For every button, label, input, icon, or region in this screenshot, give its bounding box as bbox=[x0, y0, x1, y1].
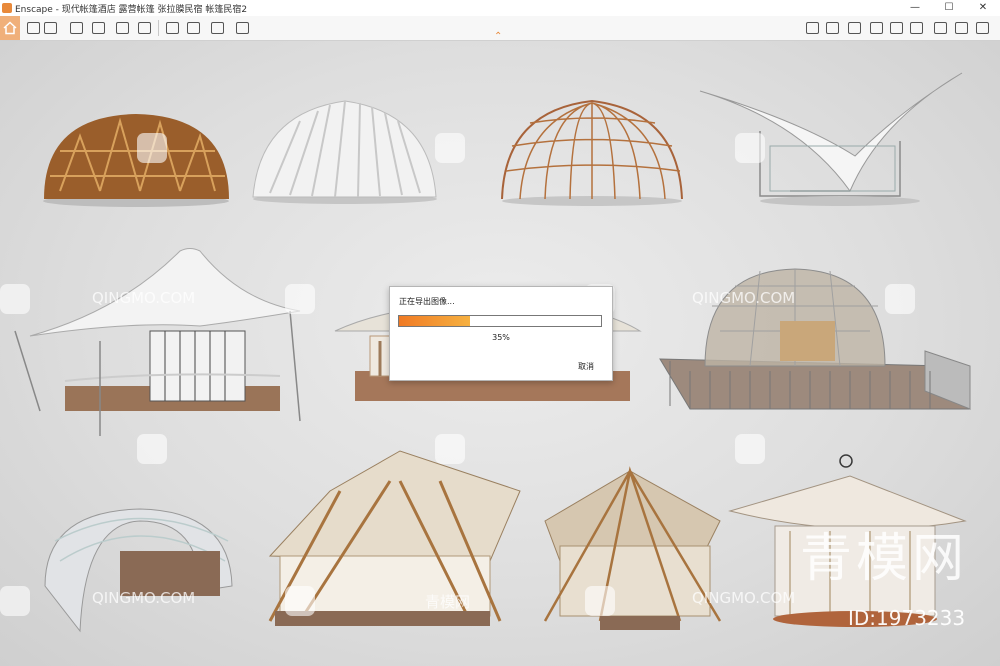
watermark-site-text: QINGMO.COM bbox=[92, 289, 196, 307]
watermark-logo-icon bbox=[435, 434, 465, 464]
settings-icon[interactable] bbox=[976, 22, 989, 34]
watermark-logo-icon bbox=[885, 284, 915, 314]
export-progress-fill bbox=[399, 316, 470, 326]
home-icon bbox=[3, 21, 17, 35]
watermark-logo-icon bbox=[735, 133, 765, 163]
materials-icon[interactable] bbox=[826, 22, 839, 34]
watermark-logo-icon bbox=[137, 133, 167, 163]
home-button[interactable] bbox=[0, 16, 20, 40]
dialog-title: 正在导出图像... bbox=[399, 297, 455, 306]
vr-icon[interactable] bbox=[890, 22, 903, 34]
watermark-site-text: QINGMO.COM bbox=[92, 589, 196, 607]
membrane-glass-pavilion-model bbox=[14, 248, 301, 436]
minimize-button[interactable]: — bbox=[898, 0, 932, 16]
enscape-app-icon bbox=[2, 3, 12, 13]
video-icon[interactable] bbox=[211, 22, 224, 34]
watermark-logo-icon bbox=[585, 586, 615, 616]
maximize-button[interactable]: ☐ bbox=[932, 0, 966, 16]
export-progress-dialog: 正在导出图像... 35% 取消 bbox=[389, 286, 613, 381]
cancel-button[interactable]: 取消 bbox=[578, 361, 594, 372]
cube-icon[interactable] bbox=[870, 22, 883, 34]
capture-icon[interactable] bbox=[70, 22, 83, 34]
watermark-big-cn: 青模网 bbox=[800, 529, 969, 589]
batch-render-icon[interactable] bbox=[187, 22, 200, 34]
building-icon[interactable] bbox=[138, 22, 151, 34]
wooden-lattice-dome-model bbox=[43, 114, 229, 207]
watermark-logo-icon bbox=[285, 586, 315, 616]
collapse-toolbar-chevron-icon[interactable]: ⌃ bbox=[494, 32, 502, 42]
close-button[interactable]: ✕ bbox=[966, 0, 1000, 16]
panorama-icon[interactable] bbox=[236, 22, 249, 34]
map-icon[interactable] bbox=[910, 22, 923, 34]
window-controls: — ☐ ✕ bbox=[898, 0, 1000, 16]
asset-library-icon[interactable] bbox=[116, 22, 129, 34]
progress-percent-label: 35% bbox=[492, 333, 510, 342]
help-icon[interactable] bbox=[955, 22, 968, 34]
watermark-logo-icon bbox=[0, 284, 30, 314]
window-titlebar: Enscape - 现代帐篷酒店 露营帐篷 张拉膜民宿 帐篷民宿2 — ☐ ✕ bbox=[0, 0, 1000, 17]
white-slatted-dome-model bbox=[252, 100, 437, 204]
window-title: Enscape - 现代帐篷酒店 露营帐篷 张拉膜民宿 帐篷民宿2 bbox=[15, 4, 248, 15]
watermark-site-text: QINGMO.COM bbox=[692, 589, 796, 607]
toolbar-separator bbox=[158, 20, 159, 36]
watermark-site-text: QINGMO.COM bbox=[692, 289, 796, 307]
bim-icon[interactable] bbox=[806, 22, 819, 34]
export-progress-bar bbox=[398, 315, 602, 327]
main-toolbar: ⌃ bbox=[0, 16, 1000, 42]
binoculars-icon[interactable] bbox=[44, 22, 57, 34]
arched-cabin-tent-model bbox=[44, 508, 233, 633]
watermark-logo-icon bbox=[137, 434, 167, 464]
watermark-id: ID:1973233 bbox=[848, 606, 966, 630]
watermark-logo-icon bbox=[435, 133, 465, 163]
watermark-logo-icon bbox=[735, 434, 765, 464]
wooden-frame-dome-model bbox=[501, 99, 683, 206]
walk-icon[interactable] bbox=[27, 22, 40, 34]
web-standalone-icon[interactable] bbox=[848, 22, 861, 34]
export-icon[interactable] bbox=[92, 22, 105, 34]
watermark-cn-text: 青模网 bbox=[425, 593, 471, 611]
screenshot-icon[interactable] bbox=[166, 22, 179, 34]
feedback-icon[interactable] bbox=[934, 22, 947, 34]
watermark-logo-icon bbox=[285, 284, 315, 314]
watermark-logo-icon bbox=[0, 586, 30, 616]
